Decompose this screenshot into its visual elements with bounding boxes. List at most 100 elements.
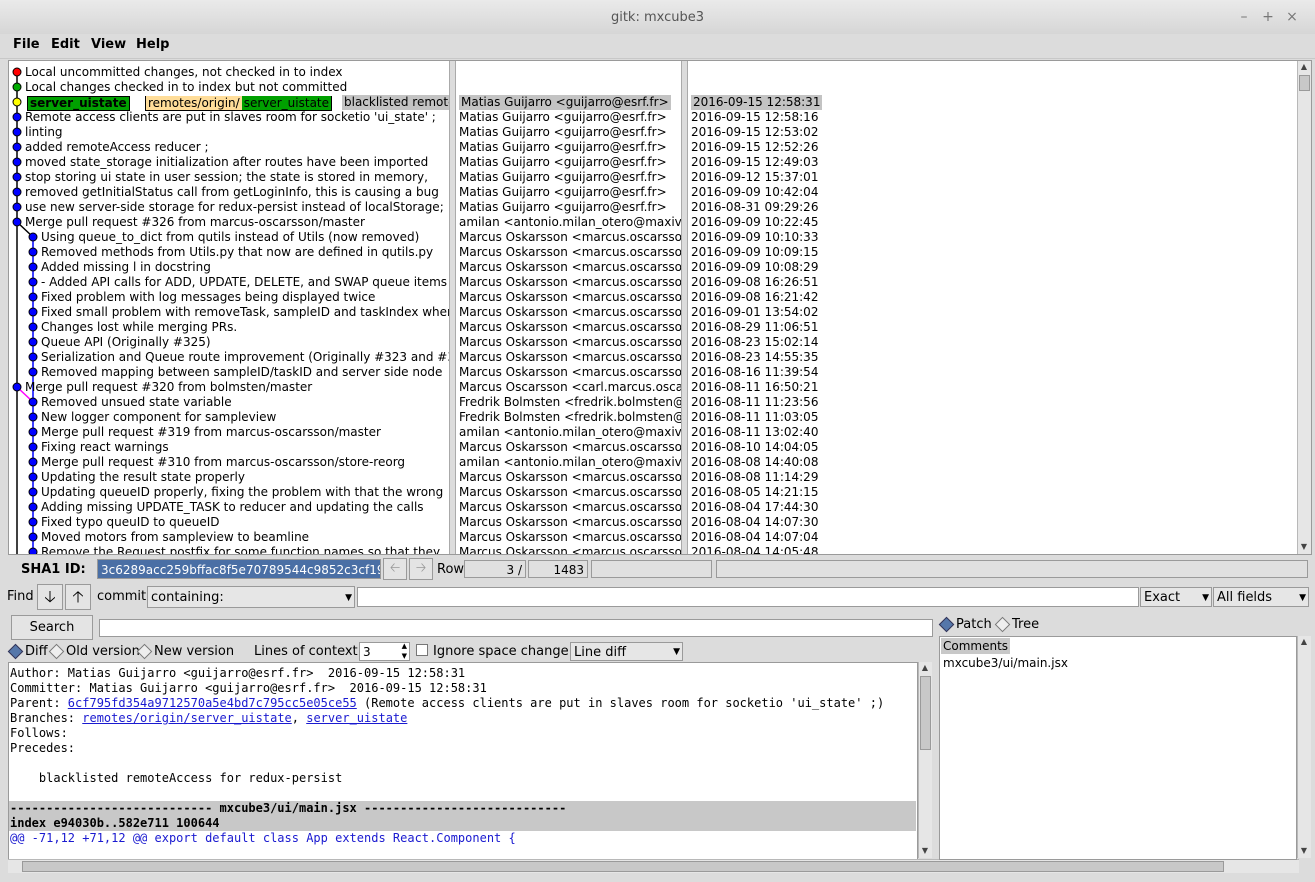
find-type[interactable]: commit bbox=[97, 589, 146, 604]
scroll-up-icon[interactable]: ▲ bbox=[919, 663, 931, 672]
commit-date[interactable]: 2016-09-08 16:26:51 bbox=[691, 275, 818, 290]
file-list[interactable]: Comments mxcube3/ui/main.jsx bbox=[939, 636, 1297, 860]
new-version-radio[interactable]: New version bbox=[136, 643, 234, 660]
find-down-arrow-icon[interactable]: 🡣 bbox=[37, 584, 63, 610]
commit-date[interactable]: 2016-08-31 09:29:26 bbox=[691, 200, 818, 215]
commit-author[interactable]: amilan <antonio.milan_otero@maxiv.lu.se> bbox=[459, 215, 681, 230]
commit-row[interactable]: Queue API (Originally #325) bbox=[9, 335, 449, 350]
spin-arrows-icon[interactable]: ▲ ▼ bbox=[402, 643, 407, 660]
commit-author[interactable]: amilan <antonio.milan_otero@maxiv.lu.se> bbox=[459, 425, 681, 440]
branch-link[interactable]: remotes/origin/server_uistate bbox=[82, 711, 292, 725]
commit-date[interactable]: 2016-08-08 11:14:29 bbox=[691, 470, 818, 485]
commit-row[interactable]: moved state_storage initialization after… bbox=[9, 155, 449, 170]
commit-author[interactable]: Marcus Oskarsson <marcus.oscarsson@esrf.… bbox=[459, 500, 681, 515]
commit-row[interactable]: Merge pull request #319 from marcus-osca… bbox=[9, 425, 449, 440]
commit-date[interactable]: 2016-08-04 14:05:48 bbox=[691, 545, 818, 554]
sha1-field[interactable]: 3c6289acc259bffac8f5e70789544c9852c3cf19 bbox=[97, 559, 381, 579]
commit-row[interactable]: removed getInitialStatus call from getLo… bbox=[9, 185, 449, 200]
commit-author[interactable]: Marcus Oscarsson <carl.marcus.oscarsson@… bbox=[459, 380, 681, 395]
commit-row[interactable]: Local changes checked in to index but no… bbox=[9, 80, 449, 95]
commit-row[interactable]: Updating the result state properly bbox=[9, 470, 449, 485]
diff-radio[interactable]: Diff bbox=[7, 643, 48, 660]
commit-row[interactable]: added remoteAccess reducer ; bbox=[9, 140, 449, 155]
commit-author[interactable]: Marcus Oskarsson <marcus.oscarsson@esrf.… bbox=[459, 245, 681, 260]
find-mode-select[interactable]: containing: ▼ bbox=[147, 586, 355, 608]
menu-help[interactable]: Help bbox=[136, 37, 169, 52]
commit-row[interactable]: Serialization and Queue route improvemen… bbox=[9, 350, 449, 365]
commit-author[interactable]: Marcus Oskarsson <marcus.oscarsson@esrf.… bbox=[459, 290, 681, 305]
commit-row[interactable]: Fixed problem with log messages being di… bbox=[9, 290, 449, 305]
commit-date[interactable]: 2016-08-08 14:40:08 bbox=[691, 455, 818, 470]
find-up-arrow-icon[interactable]: 🡡 bbox=[65, 584, 91, 610]
menu-view[interactable]: View bbox=[91, 37, 126, 52]
commit-row[interactable]: Remove the Request postfix for some func… bbox=[9, 545, 449, 554]
commit-row[interactable]: Fixing react warnings bbox=[9, 440, 449, 455]
commit-author[interactable]: Marcus Oskarsson <marcus.oscarsson@esrf.… bbox=[459, 230, 681, 245]
search-button[interactable]: Search bbox=[11, 615, 93, 640]
scroll-down-icon[interactable]: ▼ bbox=[919, 846, 931, 855]
parent-sha-link[interactable]: 6cf795fd354a9712570a5e4bd7c795cc5e05ce55 bbox=[68, 696, 357, 710]
commit-date[interactable]: 2016-09-15 12:49:03 bbox=[691, 155, 818, 170]
diff-view[interactable]: Author: Matias Guijarro <guijarro@esrf.f… bbox=[8, 662, 918, 860]
commit-date[interactable]: 2016-08-23 15:02:14 bbox=[691, 335, 818, 350]
branch-tag-local[interactable]: server_uistate bbox=[27, 96, 130, 111]
commit-date[interactable]: 2016-08-11 11:23:56 bbox=[691, 395, 818, 410]
commit-author[interactable]: amilan <antonio.milan_otero@maxiv.lu.se> bbox=[459, 455, 681, 470]
commit-date[interactable]: 2016-08-16 11:39:54 bbox=[691, 365, 818, 380]
commit-row[interactable]: Removed methods from Utils.py that now a… bbox=[9, 245, 449, 260]
scroll-thumb[interactable] bbox=[920, 676, 931, 750]
maximize-icon[interactable]: + bbox=[1260, 9, 1276, 25]
commit-row[interactable]: Remote access clients are put in slaves … bbox=[9, 110, 449, 125]
commit-author[interactable]: Marcus Oskarsson <marcus.oscarsson@esrf.… bbox=[459, 260, 681, 275]
find-input[interactable] bbox=[357, 587, 1139, 607]
commit-author[interactable]: Matias Guijarro <guijarro@esrf.fr> bbox=[459, 140, 667, 155]
commit-row[interactable]: server_uistate remotes/origin/server_uist… bbox=[9, 95, 449, 111]
commit-author[interactable]: Matias Guijarro <guijarro@esrf.fr> bbox=[459, 200, 667, 215]
old-version-radio[interactable]: Old version bbox=[48, 643, 140, 660]
tree-radio[interactable]: Tree bbox=[994, 616, 1039, 633]
commit-date[interactable]: 2016-08-04 14:07:30 bbox=[691, 515, 818, 530]
commit-row[interactable]: Fixed typo queuID to queueID bbox=[9, 515, 449, 530]
commit-author[interactable]: Matias Guijarro <guijarro@esrf.fr> bbox=[459, 125, 667, 140]
commit-author[interactable]: Matias Guijarro <guijarro@esrf.fr> bbox=[459, 95, 671, 110]
commit-author[interactable]: Matias Guijarro <guijarro@esrf.fr> bbox=[459, 170, 667, 185]
scroll-down-icon[interactable]: ▼ bbox=[1298, 846, 1310, 855]
commit-date[interactable]: 2016-09-09 10:10:33 bbox=[691, 230, 818, 245]
commit-row[interactable]: Merge pull request #326 from marcus-osca… bbox=[9, 215, 449, 230]
commit-author[interactable]: Fredrik Bolmsten <fredrik.bolmsten@maxiv… bbox=[459, 395, 681, 410]
commit-date[interactable]: 2016-09-15 12:52:26 bbox=[691, 140, 818, 155]
author-pane[interactable]: Matias Guijarro <guijarro@esrf.fr> Matias… bbox=[456, 61, 681, 554]
commit-date[interactable]: 2016-09-09 10:42:04 bbox=[691, 185, 818, 200]
commit-author[interactable]: Marcus Oskarsson <marcus.oscarsson@esrf.… bbox=[459, 545, 681, 554]
file-list-item-comments[interactable]: Comments bbox=[941, 638, 1011, 654]
pane-divider[interactable] bbox=[681, 61, 688, 554]
commit-row[interactable]: New logger component for sampleview bbox=[9, 410, 449, 425]
context-spinbox[interactable]: 3 ▲ ▼ bbox=[359, 642, 410, 661]
commit-row[interactable]: use new server-side storage for redux-pe… bbox=[9, 200, 449, 215]
commit-author[interactable]: Marcus Oskarsson <marcus.oscarsson@esrf.… bbox=[459, 440, 681, 455]
commit-row[interactable]: Fixed small problem with removeTask, sam… bbox=[9, 305, 449, 320]
date-pane[interactable]: 2016-09-15 12:58:31 2016-09-15 12:58:16 20… bbox=[688, 61, 1297, 554]
ignore-space-checkbox[interactable]: Ignore space change bbox=[416, 644, 569, 659]
diff-mode-select[interactable]: Line diff ▼ bbox=[570, 642, 683, 661]
commit-author[interactable]: Marcus Oskarsson <marcus.oscarsson@esrf.… bbox=[459, 305, 681, 320]
scroll-up-icon[interactable]: ▲ bbox=[1298, 62, 1310, 71]
commit-author[interactable]: Marcus Oskarsson <marcus.oscarsson@esrf.… bbox=[459, 335, 681, 350]
commit-row[interactable]: Using queue_to_dict from qutils instead … bbox=[9, 230, 449, 245]
commit-author[interactable]: Marcus Oskarsson <marcus.oscarsson@esrf.… bbox=[459, 515, 681, 530]
commit-graph-pane[interactable]: Local uncommitted changes, not checked i… bbox=[9, 61, 449, 554]
diff-scrollbar[interactable]: ▲ ▼ bbox=[918, 662, 932, 858]
search-input[interactable] bbox=[99, 619, 933, 637]
commit-row[interactable]: Adding missing UPDATE_TASK to reducer an… bbox=[9, 500, 449, 515]
commit-date[interactable]: 2016-09-12 15:37:01 bbox=[691, 170, 818, 185]
commit-row[interactable]: Removed mapping between sampleID/taskID … bbox=[9, 365, 449, 380]
commit-row[interactable]: Changes lost while merging PRs. bbox=[9, 320, 449, 335]
commit-date[interactable]: 2016-08-04 14:07:04 bbox=[691, 530, 818, 545]
commit-row[interactable]: Local uncommitted changes, not checked i… bbox=[9, 65, 449, 80]
commit-date[interactable]: 2016-08-10 14:04:05 bbox=[691, 440, 818, 455]
commit-date[interactable]: 2016-08-04 17:44:30 bbox=[691, 500, 818, 515]
commit-author[interactable]: Marcus Oskarsson <marcus.oscarsson@esrf.… bbox=[459, 320, 681, 335]
commit-date[interactable]: 2016-08-11 11:03:05 bbox=[691, 410, 818, 425]
history-scrollbar[interactable]: ▲ ▼ bbox=[1297, 61, 1311, 554]
close-icon[interactable]: × bbox=[1284, 9, 1300, 25]
